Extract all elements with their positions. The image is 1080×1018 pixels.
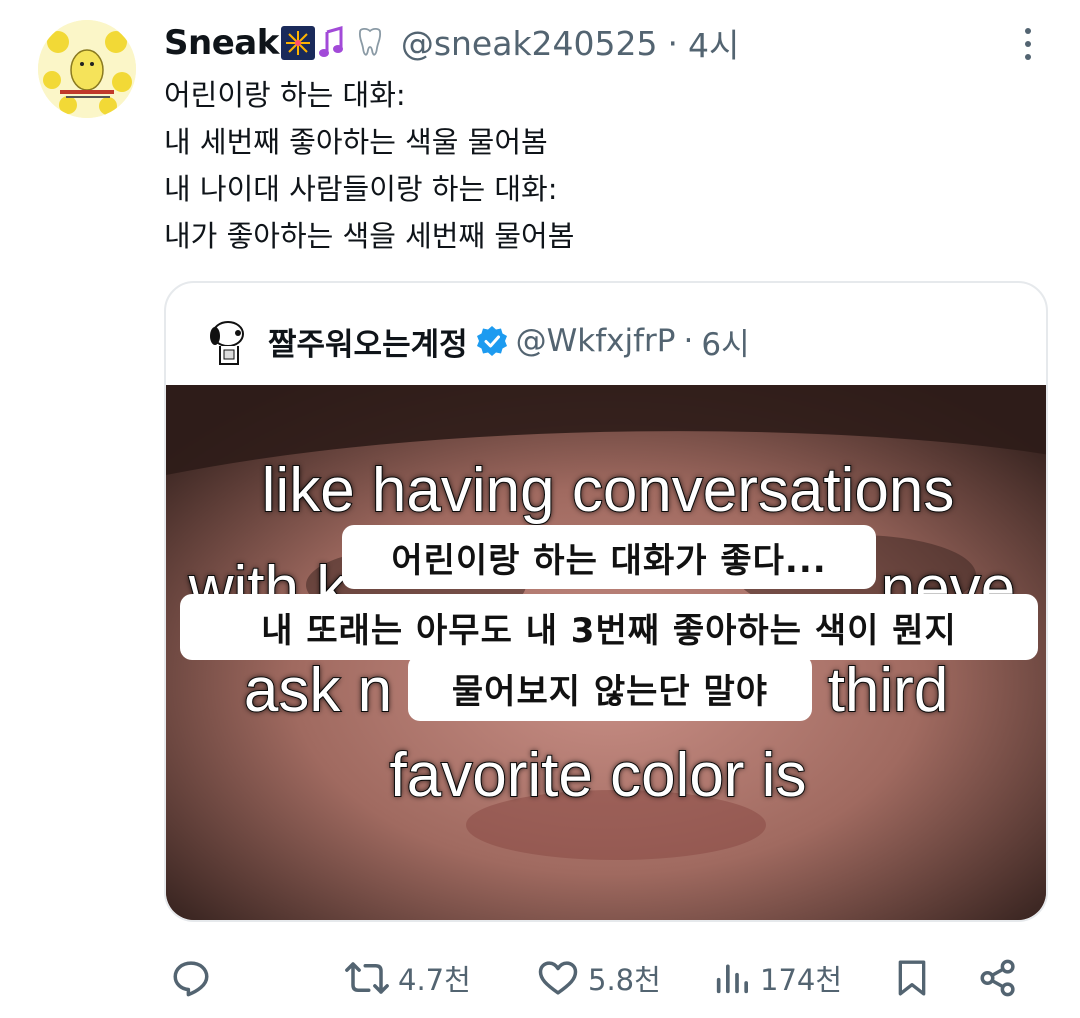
meme-text-line: favorite color is xyxy=(389,740,808,811)
bookmark-icon xyxy=(898,960,926,996)
subtitle-line: 어린이랑 하는 대화가 좋다... xyxy=(342,525,876,589)
quoted-tweet-header: 짤주워오는계정 @WkfxjfrP · 6시 xyxy=(198,311,750,371)
views-button[interactable]: 174천 xyxy=(712,950,842,1006)
quoted-tweet[interactable]: 짤주워오는계정 @WkfxjfrP · 6시 like having conve… xyxy=(164,281,1048,922)
tweet-text: 어린이랑 하는 대화: 내 세번째 좋아하는 색울 물어봄 내 나이대 사람들이… xyxy=(164,72,1024,260)
share-button[interactable] xyxy=(976,950,1020,1006)
handle[interactable]: @sneak240525 xyxy=(401,24,658,63)
subtitle-line: 내 또래는 아무도 내 3번째 좋아하는 색이 뭔지 xyxy=(180,594,1038,660)
quoted-display-name[interactable]: 짤주워오는계정 xyxy=(268,319,468,364)
retweet-icon xyxy=(345,962,389,994)
tooth-icon xyxy=(358,27,381,56)
reply-icon xyxy=(173,961,209,997)
bookmark-button[interactable] xyxy=(892,950,932,1006)
separator-dot: · xyxy=(667,23,679,63)
fireworks-icon xyxy=(280,26,315,60)
retweet-count: 4.7천 xyxy=(398,963,471,997)
subtitle-line: 물어보지 않는단 말야 xyxy=(408,655,812,721)
quoted-separator-dot: · xyxy=(683,323,694,359)
tweet-text-line: 내 세번째 좋아하는 색울 물어봄 xyxy=(164,125,548,159)
like-count: 5.8천 xyxy=(588,963,661,997)
quoted-avatar[interactable] xyxy=(198,312,256,370)
action-bar: 4.7천 5.8천 174천 xyxy=(164,950,1048,1006)
more-options-icon[interactable] xyxy=(1016,24,1040,64)
like-button[interactable]: 5.8천 xyxy=(536,950,661,1006)
reply-button[interactable] xyxy=(170,950,220,1006)
music-notes-icon xyxy=(318,26,343,57)
quoted-timestamp[interactable]: 6시 xyxy=(701,319,749,364)
views-bar-chart-icon xyxy=(716,964,748,994)
display-name[interactable]: Sneak xyxy=(164,23,279,63)
share-icon xyxy=(980,959,1015,997)
quoted-media-image[interactable]: like having conversations with k neve as… xyxy=(166,385,1046,920)
retweet-button[interactable]: 4.7천 xyxy=(344,950,471,1006)
tweet-text-line: 어린이랑 하는 대화: xyxy=(164,78,406,112)
avatar[interactable] xyxy=(38,20,136,118)
quoted-handle[interactable]: @WkfxjfrP xyxy=(516,323,676,359)
views-count: 174천 xyxy=(760,963,843,997)
heart-icon xyxy=(538,961,578,995)
tweet-text-line: 내 나이대 사람들이랑 하는 대화: xyxy=(164,172,558,206)
meme-text-line: like having conversations xyxy=(261,455,956,526)
timestamp[interactable]: 4시 xyxy=(688,19,739,67)
tweet-header: Sneak @sneak240525 · 4시 xyxy=(164,18,1040,68)
tweet-text-line: 내가 좋아하는 색을 세번째 물어봄 xyxy=(164,219,575,253)
verified-badge-icon xyxy=(476,326,507,356)
name-emoji-group xyxy=(280,26,387,60)
